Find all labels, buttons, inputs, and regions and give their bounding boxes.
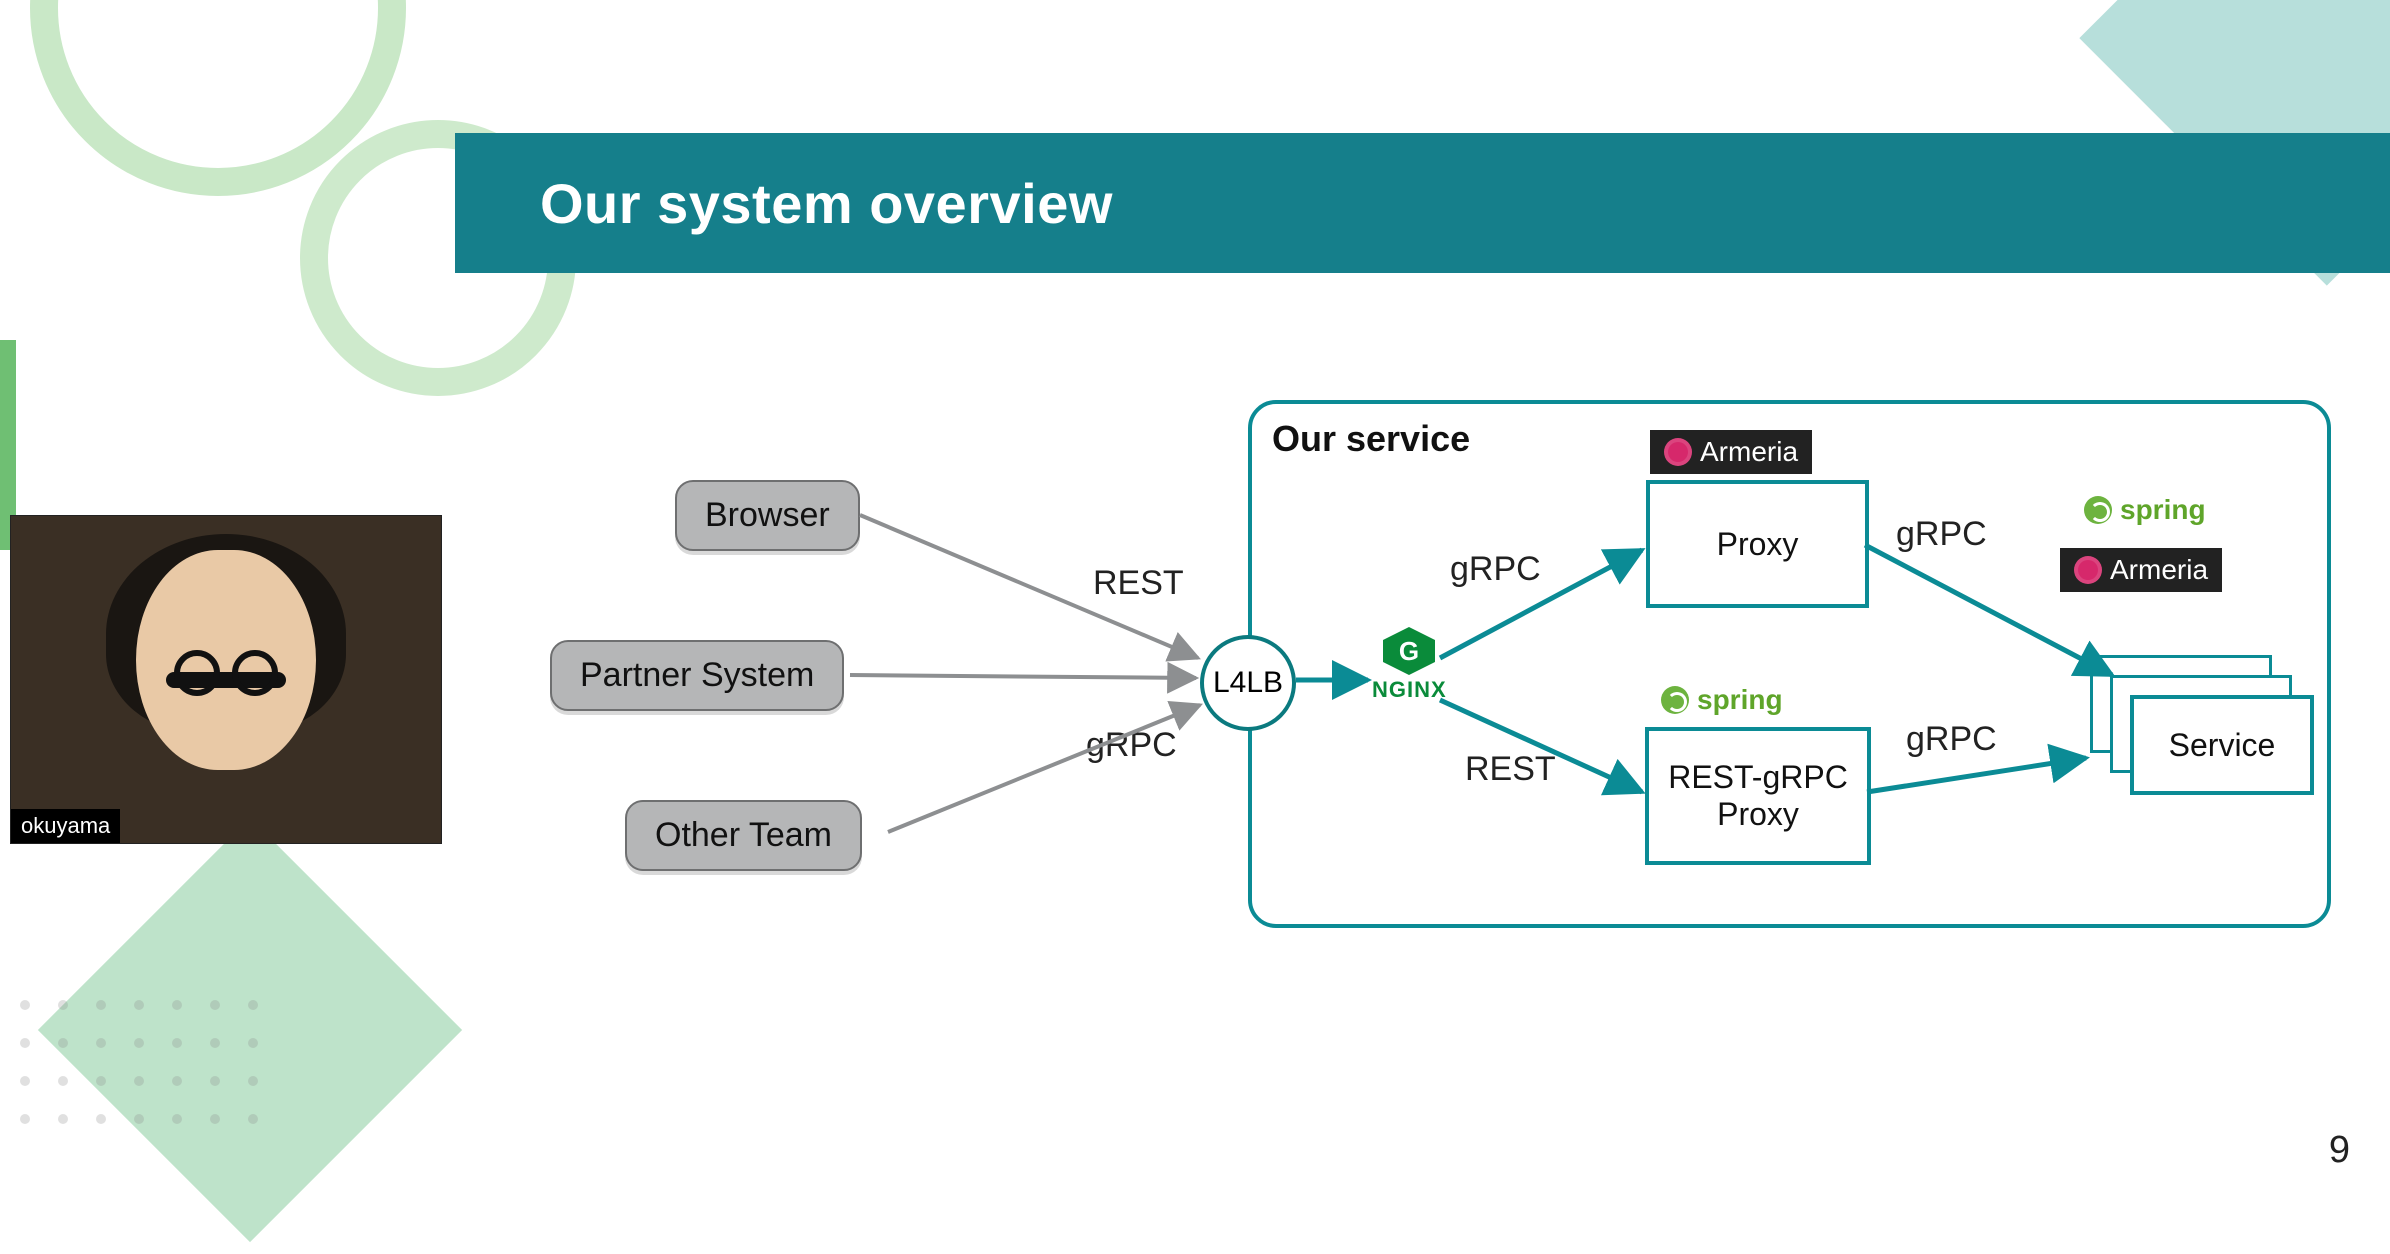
armeria-badge: Armeria bbox=[2060, 548, 2222, 592]
rest-grpc-proxy-label-line2: Proxy bbox=[1717, 796, 1799, 833]
spring-label: spring bbox=[1697, 684, 1783, 716]
service-label: Service bbox=[2169, 727, 2276, 764]
rest-grpc-proxy-node: REST-gRPC Proxy bbox=[1645, 727, 1871, 865]
service-node: Service bbox=[2130, 695, 2314, 795]
architecture-diagram: Our service Browser Partner System Other… bbox=[520, 400, 2340, 960]
slide-stage: Our system overview okuyama Our service … bbox=[0, 0, 2390, 1254]
presenter-webcam: okuyama bbox=[10, 515, 442, 844]
slide-title: Our system overview bbox=[540, 171, 1113, 236]
nginx-node: G NGINX bbox=[1372, 625, 1447, 703]
spring-icon bbox=[2084, 496, 2112, 524]
client-other-team-node: Other Team bbox=[625, 800, 862, 871]
l4lb-label: L4LB bbox=[1213, 666, 1283, 700]
rest-grpc-proxy-label-line1: REST-gRPC bbox=[1668, 759, 1848, 796]
armeria-badge: Armeria bbox=[1650, 430, 1812, 474]
edge-label-grpc: gRPC bbox=[1896, 515, 1987, 554]
title-bar: Our system overview bbox=[455, 133, 2390, 273]
page-number: 9 bbox=[2329, 1129, 2350, 1172]
deco-dot-grid bbox=[20, 1000, 258, 1124]
client-browser-node: Browser bbox=[675, 480, 860, 551]
avatar-face bbox=[136, 550, 316, 770]
proxy-label: Proxy bbox=[1717, 526, 1799, 563]
armeria-label: Armeria bbox=[2110, 554, 2208, 586]
edge-label-rest: REST bbox=[1465, 750, 1556, 789]
armeria-icon bbox=[1664, 438, 1692, 466]
avatar-headset bbox=[166, 672, 286, 688]
spring-badge: spring bbox=[2070, 488, 2220, 532]
client-partner-system-node: Partner System bbox=[550, 640, 844, 711]
nginx-label: NGINX bbox=[1372, 677, 1447, 703]
edge-label-grpc: gRPC bbox=[1906, 720, 1997, 759]
armeria-icon bbox=[2074, 556, 2102, 584]
nginx-icon: G bbox=[1379, 625, 1439, 677]
edge-label-grpc: gRPC bbox=[1086, 726, 1177, 765]
presenter-name-tag: okuyama bbox=[11, 809, 120, 843]
service-boundary-title: Our service bbox=[1272, 418, 1470, 460]
edge-label-rest: REST bbox=[1093, 564, 1184, 603]
spring-label: spring bbox=[2120, 494, 2206, 526]
l4lb-node: L4LB bbox=[1200, 635, 1296, 731]
spring-icon bbox=[1661, 686, 1689, 714]
proxy-node: Proxy bbox=[1646, 480, 1869, 608]
edge-label-grpc: gRPC bbox=[1450, 550, 1541, 589]
svg-text:G: G bbox=[1399, 636, 1419, 666]
armeria-label: Armeria bbox=[1700, 436, 1798, 468]
spring-badge: spring bbox=[1647, 678, 1797, 722]
